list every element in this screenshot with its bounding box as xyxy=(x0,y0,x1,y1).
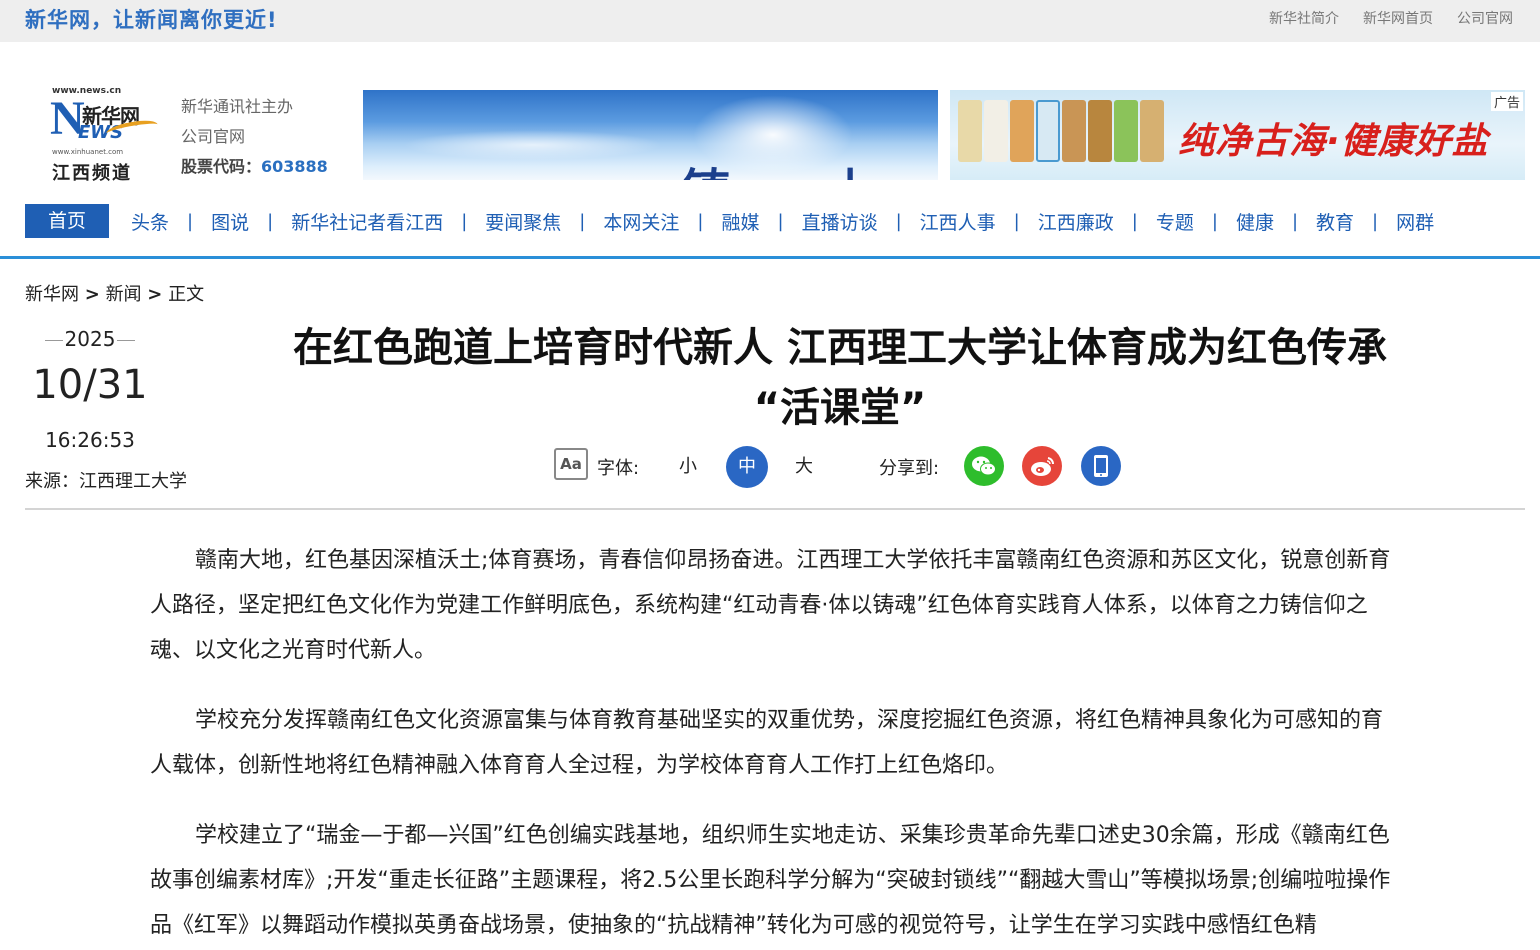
company-site-link[interactable]: 公司官网 xyxy=(181,122,328,152)
nav-separator: | xyxy=(895,210,902,232)
salt-package-image xyxy=(1140,100,1164,162)
nav-separator: | xyxy=(1211,210,1218,232)
article-title-line2: “活课堂” xyxy=(753,385,927,431)
site-slogan: 新华网，让新闻离你更近! xyxy=(25,8,278,32)
font-size-label: 字体: xyxy=(597,458,640,479)
publish-time: 16:26:53 xyxy=(45,428,135,452)
banner-ad-sky[interactable]: 铸 上 ジ xyxy=(363,90,938,180)
site-logo[interactable]: www.news.cn N 新华网 EWS www.xinhuanet.com … xyxy=(50,86,160,184)
publish-year: 2025 xyxy=(45,327,135,351)
font-size-medium-button[interactable]: 中 xyxy=(726,446,768,488)
salt-package-image xyxy=(1036,100,1060,162)
breadcrumb-current: 正文 xyxy=(168,284,205,305)
stock-label: 股票代码： xyxy=(181,157,262,176)
publish-date: 10/31 xyxy=(32,362,148,408)
nav-item-site-focus[interactable]: 本网关注 xyxy=(599,208,683,235)
nav-separator: | xyxy=(697,210,704,232)
nav-separator: | xyxy=(1291,210,1299,232)
nav-item-news-focus[interactable]: 要闻聚焦 xyxy=(481,208,565,235)
mobile-icon[interactable] xyxy=(1081,446,1121,486)
weibo-icon[interactable] xyxy=(1022,446,1062,486)
nav-item-integrity[interactable]: 江西廉政 xyxy=(1034,208,1118,235)
article-paragraph: 学校充分发挥赣南红色文化资源富集与体育教育基础坚实的双重优势，深度挖掘红色资源，… xyxy=(150,708,1384,778)
nav-underline xyxy=(0,256,1540,259)
ad-salt-slogan: 纯净古海·健康好盐 xyxy=(1178,121,1489,162)
nav-item-reporters[interactable]: 新华社记者看江西 xyxy=(287,208,447,235)
title-divider xyxy=(25,508,1525,510)
font-size-icon: Aa xyxy=(554,448,588,480)
nav-separator: | xyxy=(1013,210,1020,232)
nav-item-personnel[interactable]: 江西人事 xyxy=(916,208,1000,235)
nav-item-live[interactable]: 直播访谈 xyxy=(798,208,882,235)
salt-package-image xyxy=(1088,100,1112,162)
nav-item-health[interactable]: 健康 xyxy=(1232,208,1278,235)
nav-item-network[interactable]: 网群 xyxy=(1392,208,1438,235)
article-paragraph: 学校建立了“瑞金—于都—兴国”红色创编实践基地，组织师生实地走访、采集珍贵革命先… xyxy=(150,823,1391,938)
article-source: 来源：江西理工大学 xyxy=(25,471,187,492)
logo-channel-name: 江西频道 xyxy=(52,163,132,184)
top-bar: 新华网，让新闻离你更近! 新华社简介 新华网首页 公司官网 xyxy=(0,0,1540,42)
nav-separator: | xyxy=(1131,210,1138,232)
header-info: 新华通讯社主办 公司官网 股票代码：603888 xyxy=(181,92,328,182)
salt-package-image xyxy=(984,100,1008,162)
stock-code[interactable]: 603888 xyxy=(261,157,328,176)
breadcrumb-separator: > xyxy=(147,284,163,305)
nav-item-pictures[interactable]: 图说 xyxy=(207,208,253,235)
ad-cloud xyxy=(403,130,663,160)
banner-ad-salt[interactable]: 纯净古海·健康好盐 广告 xyxy=(950,90,1525,180)
breadcrumb: 新华网 > 新闻 > 正文 xyxy=(25,280,204,306)
nav-separator: | xyxy=(187,210,194,232)
article-paragraph: 赣南大地，红色基因深植沃土;体育赛场，青春信仰昂扬奋进。江西理工大学依托丰富赣南… xyxy=(150,548,1391,663)
logo-small-url: www.xinhuanet.com xyxy=(52,148,124,156)
salt-package-image xyxy=(1114,100,1138,162)
article-title-line1: 在红色跑道上培育时代新人 江西理工大学让体育成为红色传承 xyxy=(293,325,1387,371)
nav-item-headlines[interactable]: 头条 xyxy=(127,208,173,235)
top-link-about-xinhua[interactable]: 新华社简介 xyxy=(1269,8,1339,28)
nav-item-topics[interactable]: 专题 xyxy=(1152,208,1198,235)
font-size-large-button[interactable]: 大 xyxy=(783,446,825,488)
top-links: 新华社简介 新华网首页 公司官网 xyxy=(1269,8,1513,28)
font-size-small-button[interactable]: 小 xyxy=(667,446,709,488)
salt-package-image xyxy=(958,100,982,162)
sponsor-text: 新华通讯社主办 xyxy=(181,97,294,116)
share-label: 分享到: xyxy=(879,458,940,479)
stock-line: 股票代码：603888 xyxy=(181,152,328,182)
nav-item-media[interactable]: 融媒 xyxy=(717,208,763,235)
wechat-icon[interactable] xyxy=(964,446,1004,486)
salt-package-image xyxy=(1062,100,1086,162)
top-link-xinhuanet-home[interactable]: 新华网首页 xyxy=(1363,8,1433,28)
nav-separator: | xyxy=(461,210,468,232)
nav-separator: | xyxy=(267,210,274,232)
breadcrumb-separator: > xyxy=(84,284,100,305)
top-link-company-site[interactable]: 公司官网 xyxy=(1457,8,1513,28)
breadcrumb-home[interactable]: 新华网 xyxy=(25,284,79,305)
ad-sky-text: 铸 上 ジ xyxy=(683,152,938,180)
nav-item-education[interactable]: 教育 xyxy=(1312,208,1358,235)
article-body: 赣南大地，红色基因深植沃土;体育赛场，青春信仰昂扬奋进。江西理工大学依托丰富赣南… xyxy=(150,538,1400,950)
main-nav: 首页 头条 | 图说 | 新华社记者看江西 | 要闻聚焦 | 本网关注 | 融媒… xyxy=(25,204,1438,238)
nav-home[interactable]: 首页 xyxy=(25,204,109,238)
salt-package-image xyxy=(1010,100,1034,162)
nav-separator: | xyxy=(777,210,784,232)
breadcrumb-news[interactable]: 新闻 xyxy=(106,284,142,305)
article-title: 在红色跑道上培育时代新人 江西理工大学让体育成为红色传承 “活课堂” xyxy=(190,318,1490,438)
ad-tag: 广告 xyxy=(1490,92,1523,111)
nav-separator: | xyxy=(579,210,586,232)
nav-separator: | xyxy=(1372,210,1379,232)
